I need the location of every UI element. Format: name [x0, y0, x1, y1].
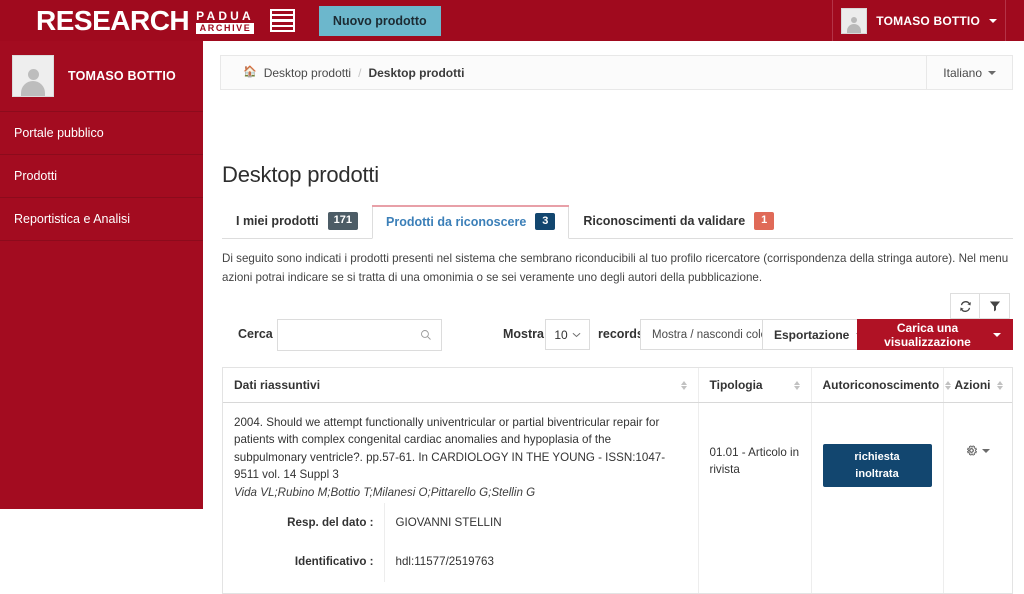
avatar — [841, 7, 868, 34]
load-view-button-label: Carica una visualizzazione — [884, 320, 971, 349]
tab-label: Riconoscimenti da validare — [583, 214, 746, 228]
metadata-key-identificativo: Identificativo : — [234, 542, 385, 582]
home-icon[interactable]: 🏠 — [243, 67, 257, 78]
metadata-value-identificativo: hdl:11577/2519763 — [395, 555, 494, 569]
top-header-bar: RESEARCH PADUA ARCHIVE Nuovo prodotto TO… — [0, 0, 1024, 41]
column-header-label: Dati riassuntivi — [234, 378, 321, 392]
hamburger-line — [271, 21, 293, 25]
table-controls: Cerca Mostra 10 records Mostra / nascond… — [222, 319, 1013, 353]
brand-archive-text: ARCHIVE — [196, 22, 254, 34]
hamburger-line — [271, 26, 293, 30]
column-header-azioni[interactable]: Azioni — [943, 368, 1012, 403]
cell-tipologia: 01.01 - Articolo in rivista — [698, 402, 812, 593]
cell-azioni — [943, 403, 1012, 593]
page-title: Desktop prodotti — [222, 162, 379, 187]
metadata-row: Identificativo : hdl:11577/2519763 — [234, 542, 513, 582]
status-badge: 171 — [327, 212, 358, 230]
sidebar-user-name: TOMASO BOTTIO — [68, 69, 176, 83]
sort-icon — [945, 380, 952, 390]
language-selector[interactable]: Italiano — [926, 56, 1012, 89]
tab-i-miei-prodotti[interactable]: I miei prodotti 171 — [222, 204, 372, 238]
chevron-down-icon — [988, 70, 996, 75]
brand-padua-archive: PADUA ARCHIVE — [196, 10, 254, 34]
gear-icon — [967, 445, 978, 456]
column-header-tipologia[interactable]: Tipologia — [698, 368, 812, 403]
sort-icon — [680, 380, 687, 390]
column-header-autoriconoscimento[interactable]: Autoriconoscimento — [811, 368, 952, 403]
record-citation: 2004. Should we attempt functionally uni… — [234, 416, 666, 482]
export-button-label: Esportazione — [774, 327, 850, 342]
table-row: 2004. Should we attempt functionally uni… — [223, 402, 1012, 593]
breadcrumb: 🏠 Desktop prodotti / Desktop prodotti It… — [220, 55, 1013, 90]
tab-bar: I miei prodotti 171 Prodotti da riconosc… — [222, 205, 1013, 239]
cell-dati-riassuntivi: 2004. Should we attempt functionally uni… — [223, 402, 699, 593]
status-badge[interactable]: richiesta inoltrata — [822, 444, 932, 487]
sort-icon — [793, 380, 800, 390]
load-view-button[interactable]: Carica una visualizzazione — [857, 319, 1013, 350]
search-label: Cerca — [238, 327, 273, 341]
tab-riconoscimenti-da-validare[interactable]: Riconoscimenti da validare 1 — [569, 204, 788, 238]
sidebar: TOMASO BOTTIO Portale pubblico Prodotti … — [0, 41, 203, 509]
column-header-label: Tipologia — [709, 378, 763, 392]
hamburger-line — [271, 16, 293, 20]
hamburger-line — [271, 11, 293, 14]
panel-description: Di seguito sono indicati i prodotti pres… — [222, 252, 1009, 284]
language-label: Italiano — [943, 65, 982, 80]
chevron-down-icon — [993, 332, 1001, 337]
breadcrumb-trail: 🏠 Desktop prodotti / Desktop prodotti — [243, 66, 464, 80]
brand-padua-text: PADUA — [196, 8, 254, 23]
user-menu-label: TOMASO BOTTIO — [876, 13, 980, 28]
sidebar-item-portale-pubblico[interactable]: Portale pubblico — [0, 112, 203, 155]
page-size-select[interactable]: 10 — [545, 319, 590, 350]
new-product-button[interactable]: Nuovo prodotto — [318, 5, 441, 36]
status-badge: 1 — [754, 212, 775, 230]
record-metadata: Resp. del dato : GIOVANNI STELLIN Identi… — [234, 502, 513, 582]
filter-icon[interactable] — [980, 293, 1010, 319]
sort-icon — [996, 380, 1003, 390]
breadcrumb-current: Desktop prodotti — [368, 65, 465, 80]
sidebar-item-prodotti[interactable]: Prodotti — [0, 155, 203, 198]
table-icon-buttons — [950, 293, 1010, 319]
breadcrumb-link-desktop-prodotti[interactable]: Desktop prodotti — [264, 66, 351, 80]
column-header-label: Azioni — [954, 378, 991, 392]
brand-logo[interactable]: RESEARCH PADUA ARCHIVE — [36, 4, 254, 36]
cell-autoriconoscimento: richiesta inoltrata — [811, 402, 944, 593]
page-size-value: 10 — [554, 327, 568, 342]
records-label: records — [598, 327, 644, 341]
table-header-row: Dati riassuntivi Tipologia Autoriconosci… — [223, 368, 1012, 403]
search-input[interactable] — [284, 321, 416, 349]
tab-label: Prodotti da riconoscere — [386, 214, 527, 229]
record-authors: Vida VL;Rubino M;Bottio T;Milanesi O;Pit… — [234, 485, 536, 499]
main-content: 🏠 Desktop prodotti / Desktop prodotti It… — [203, 41, 1024, 594]
sidebar-user-block[interactable]: TOMASO BOTTIO — [0, 41, 203, 112]
page-size-label: Mostra — [503, 327, 544, 341]
user-menu[interactable]: TOMASO BOTTIO — [832, 0, 1006, 41]
status-badge: 3 — [535, 212, 556, 231]
search-icon[interactable] — [420, 329, 432, 341]
breadcrumb-separator: / — [358, 65, 362, 80]
hamburger-icon[interactable] — [269, 9, 295, 32]
chevron-down-icon — [982, 448, 991, 453]
refresh-icon[interactable] — [950, 293, 980, 319]
chevron-down-icon — [989, 18, 997, 23]
search-box[interactable] — [277, 319, 442, 351]
chevron-down-icon — [572, 332, 581, 337]
products-table: Dati riassuntivi Tipologia Autoriconosci… — [222, 367, 1013, 594]
avatar — [12, 55, 54, 97]
sidebar-item-reportistica-e-analisi[interactable]: Reportistica e Analisi — [0, 198, 203, 241]
tab-label: I miei prodotti — [236, 214, 319, 228]
column-header-dati-riassuntivi[interactable]: Dati riassuntivi — [223, 368, 699, 403]
column-header-label: Autoriconoscimento — [822, 378, 940, 392]
tab-prodotti-da-riconoscere[interactable]: Prodotti da riconoscere 3 — [372, 205, 570, 239]
actions-menu-button[interactable] — [965, 444, 991, 457]
brand-research-text: RESEARCH — [36, 4, 190, 36]
